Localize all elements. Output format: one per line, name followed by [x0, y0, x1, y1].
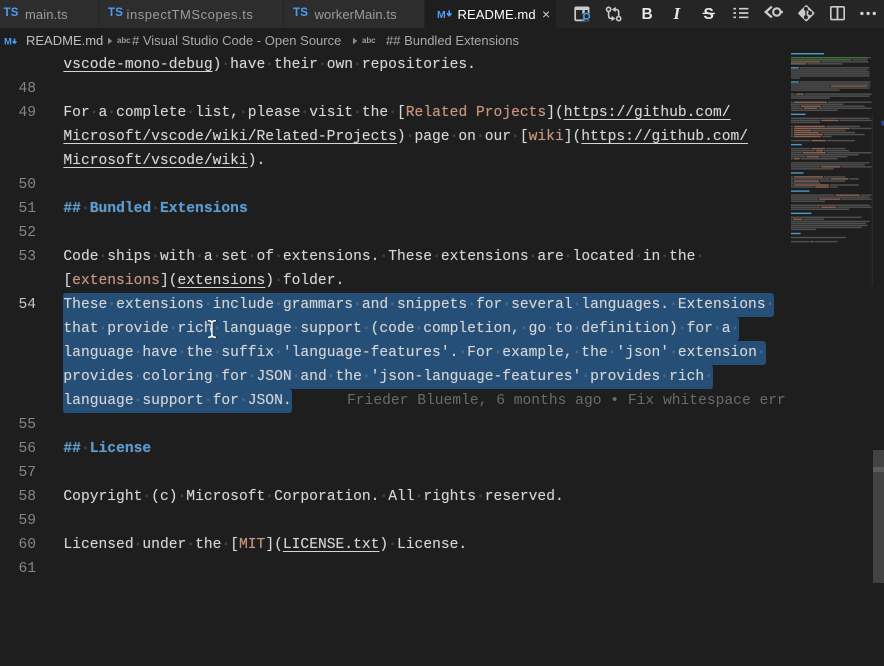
- svg-text:M: M: [4, 37, 12, 48]
- svg-text:B: B: [642, 6, 653, 23]
- svg-text:I: I: [673, 4, 682, 23]
- svg-text:S: S: [704, 6, 714, 23]
